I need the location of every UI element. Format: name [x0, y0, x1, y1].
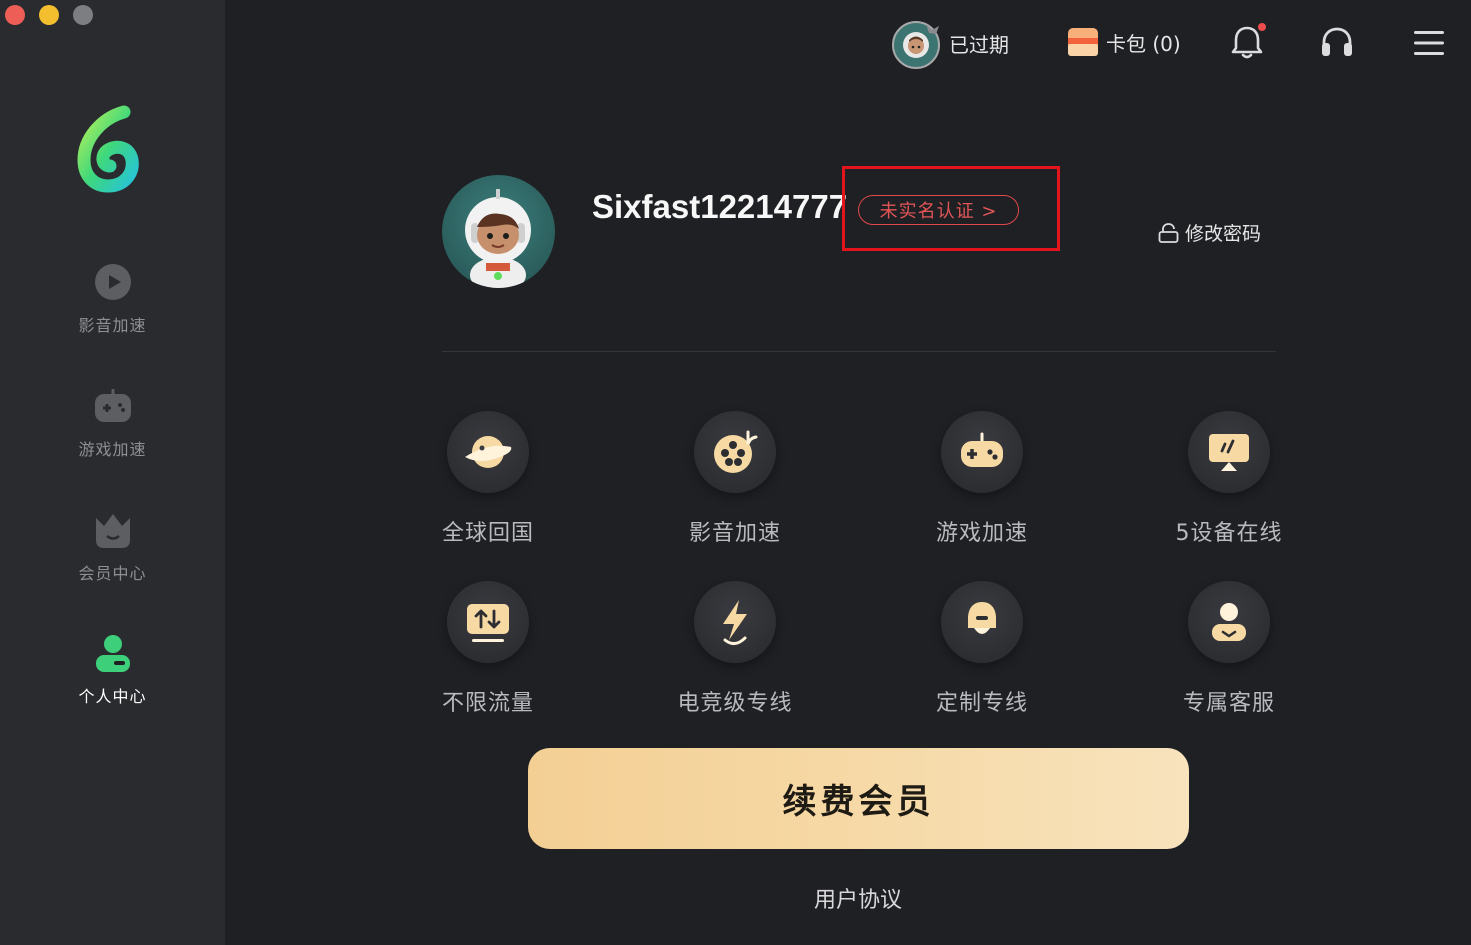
- agreement-row: 用户协议: [0, 882, 1471, 914]
- traffic-icon: [467, 604, 509, 642]
- feature-label: 不限流量: [441, 691, 534, 716]
- lightning-icon: [723, 600, 747, 645]
- sidebar-item-game[interactable]: 游戏加速: [0, 386, 225, 476]
- feature-global-return[interactable]: 全球回国: [398, 411, 578, 547]
- sidebar-item-media[interactable]: 影音加速: [0, 262, 225, 352]
- crown-icon: [93, 510, 133, 550]
- hamburger-menu-icon: [1414, 31, 1444, 55]
- feature-label: 电竞级专线: [677, 691, 793, 716]
- sidebar-item-label: 游戏加速: [78, 440, 147, 459]
- headset-icon: [1322, 27, 1352, 56]
- feature-label: 5设备在线: [1175, 521, 1283, 546]
- sixfast-logo-icon: [77, 105, 139, 193]
- close-window-button[interactable]: [5, 5, 25, 25]
- sidebar-item-profile[interactable]: 个人中心: [0, 633, 225, 723]
- minimize-window-button[interactable]: [39, 5, 59, 25]
- gamepad-icon: [961, 432, 1003, 467]
- play-icon: [93, 262, 133, 302]
- feature-exclusive-service[interactable]: 专属客服: [1139, 581, 1319, 717]
- feature-label: 定制专线: [935, 691, 1028, 716]
- sidebar-item-label: 个人中心: [78, 687, 147, 706]
- film-reel-icon: [714, 430, 758, 473]
- change-password-label: 修改密码: [1185, 223, 1262, 245]
- feature-unlimited-traffic[interactable]: 不限流量: [398, 581, 578, 717]
- lock-icon: [1158, 222, 1179, 243]
- feature-label: 影音加速: [688, 521, 781, 546]
- service-agent-icon: [1212, 603, 1246, 641]
- feature-label: 游戏加速: [935, 521, 1028, 546]
- feature-esports-line[interactable]: 电竞级专线: [645, 581, 825, 717]
- renew-membership-button[interactable]: 续费会员: [528, 748, 1189, 849]
- gamepad-icon: [93, 386, 133, 426]
- wallet-button[interactable]: 卡包 (0): [1067, 26, 1181, 58]
- window-controls: [5, 5, 93, 25]
- sidebar-item-label: 影音加速: [78, 316, 147, 335]
- feature-label: 全球回国: [441, 521, 534, 546]
- username: Sixfast12214777: [592, 188, 848, 225]
- real-name-verify-button[interactable]: 未实名认证 >: [858, 195, 1019, 225]
- notification-dot: [1258, 23, 1266, 31]
- feature-custom-line[interactable]: 定制专线: [892, 581, 1072, 717]
- sidebar-item-label: 会员中心: [78, 564, 147, 583]
- feature-label: 专属客服: [1182, 691, 1275, 716]
- feature-media[interactable]: 影音加速: [645, 411, 825, 547]
- planet-icon: [465, 436, 512, 468]
- support-button[interactable]: [1320, 26, 1354, 58]
- membership-status-text: 已过期: [949, 32, 1009, 57]
- user-agreement-link[interactable]: 用户协议: [814, 888, 902, 913]
- avatar: [892, 21, 940, 69]
- astronaut-avatar-icon: [465, 189, 531, 288]
- membership-status[interactable]: 已过期: [889, 16, 1009, 70]
- notification-button[interactable]: [1230, 22, 1266, 60]
- custom-line-icon: [968, 602, 996, 634]
- user-icon: [93, 633, 133, 673]
- sidebar: 影音加速 游戏加速 会员中心 个人中心: [0, 0, 225, 945]
- feature-multi-device[interactable]: 5设备在线: [1139, 411, 1319, 547]
- menu-button[interactable]: [1413, 30, 1445, 56]
- feature-game[interactable]: 游戏加速: [892, 411, 1072, 547]
- wallet-label: 卡包 (0): [1106, 31, 1181, 56]
- bell-icon: [1231, 23, 1266, 59]
- wallet-icon: [1068, 28, 1098, 56]
- devices-icon: [1209, 434, 1249, 471]
- sidebar-item-membership[interactable]: 会员中心: [0, 510, 225, 600]
- change-password-link[interactable]: 修改密码: [1158, 219, 1261, 246]
- divider: [442, 351, 1276, 352]
- zoom-window-button[interactable]: [73, 5, 93, 25]
- profile-avatar[interactable]: [442, 175, 555, 288]
